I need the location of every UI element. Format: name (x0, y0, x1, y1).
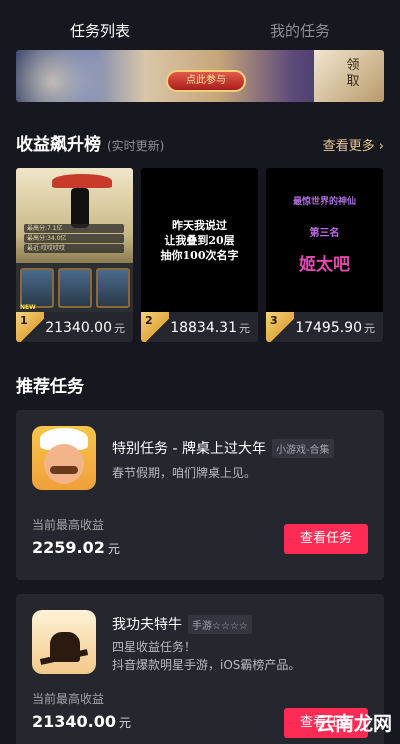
chef-game-icon (32, 426, 96, 490)
promo-banner[interactable]: 点此参与 领取 (16, 50, 384, 102)
task-name-row: 我功夫特牛 手游☆☆☆☆ (112, 614, 252, 634)
rank-amount: 21340.00 元 (45, 320, 125, 336)
task-name-row: 特别任务 - 牌桌上过大年 小游戏-合集 (112, 438, 334, 458)
rank-thumbnail: 昨天我说过 让我叠到20层 抽你100次名字 (141, 168, 258, 312)
rank-thumbnail: 最惊世界的神仙 第三名 姬太吧 (266, 168, 383, 312)
stick-figure (71, 188, 89, 228)
view-task-button[interactable]: 查看任务 (284, 524, 368, 554)
rank-badge: 2 (141, 312, 169, 342)
game-tiles (20, 268, 130, 308)
thumbnail-caption: 第三名 (309, 228, 340, 239)
straw-hat-figure (52, 174, 112, 188)
task-description: 四星收益任务！ 抖音爆款明星手游，iOS霸榜产品。 (112, 640, 301, 672)
rank-footer: 2 18834.31 元 (141, 312, 258, 342)
earn-value: 21340.00 元 (32, 712, 132, 731)
top-tabs: 任务列表 我的任务 (0, 0, 400, 48)
new-badge: NEW (20, 304, 36, 311)
rank-amount: 17495.90 元 (295, 320, 375, 336)
earn-value: 2259.02 元 (32, 538, 120, 557)
score-line: 最高分:34.0亿 (24, 234, 124, 243)
banner-side-text: 领取 (346, 58, 360, 89)
banner-join-button[interactable]: 点此参与 (166, 70, 246, 92)
task-name: 我功夫特牛 (112, 617, 182, 633)
rank-badge: 1 (16, 312, 44, 342)
rank-footer: 3 17495.90 元 (266, 312, 383, 342)
rank-card-1[interactable]: 最高分:7.1亿 最高分:34.0亿 最近:哎哎哎哎 NEW 1 21340.0… (16, 168, 133, 342)
ranking-title: 收益飙升榜 (16, 135, 101, 155)
task-card[interactable]: 特别任务 - 牌桌上过大年 小游戏-合集 春节假期，咱们牌桌上见。 当前最高收益… (16, 410, 384, 580)
rank-badge: 3 (266, 312, 294, 342)
tab-task-list[interactable]: 任务列表 (0, 0, 200, 48)
earn-label: 当前最高收益 (32, 518, 105, 532)
recommend-title: 推荐任务 (16, 377, 84, 397)
thumbnail-caption: 姬太吧 (299, 255, 350, 275)
rank-amount: 18834.31 元 (170, 320, 250, 336)
rank-card-2[interactable]: 昨天我说过 让我叠到20层 抽你100次名字 2 18834.31 元 (141, 168, 258, 342)
tab-my-tasks[interactable]: 我的任务 (200, 0, 400, 48)
view-more-link[interactable]: 查看更多 › (323, 135, 384, 154)
score-line: 最近:哎哎哎哎 (24, 244, 124, 253)
kungfu-game-icon (32, 610, 96, 674)
banner-art (16, 50, 136, 102)
site-watermark: 云南龙网 (316, 709, 392, 736)
score-stats: 最高分:7.1亿 最高分:34.0亿 最近:哎哎哎哎 (24, 224, 124, 262)
watermark-text: 云南龙网 (315, 713, 392, 735)
ranking-list: 最高分:7.1亿 最高分:34.0亿 最近:哎哎哎哎 NEW 1 21340.0… (16, 168, 384, 342)
rank-thumbnail: 最高分:7.1亿 最高分:34.0亿 最近:哎哎哎哎 NEW (16, 168, 133, 312)
ranking-subtitle: (实时更新) (107, 139, 165, 153)
task-name: 特别任务 - 牌桌上过大年 (112, 441, 266, 457)
thumbnail-caption: 昨天我说过 让我叠到20层 抽你100次名字 (160, 219, 239, 262)
earn-label: 当前最高收益 (32, 692, 105, 706)
rank-card-3[interactable]: 最惊世界的神仙 第三名 姬太吧 3 17495.90 元 (266, 168, 383, 342)
task-tag: 手游☆☆☆☆ (188, 614, 252, 634)
rank-footer: 1 21340.00 元 (16, 312, 133, 342)
ranking-header: 收益飙升榜 (实时更新) 查看更多 › (16, 130, 384, 155)
task-description: 春节假期，咱们牌桌上见。 (112, 466, 257, 480)
score-line: 最高分:7.1亿 (24, 224, 124, 233)
task-tag: 小游戏-合集 (271, 438, 334, 458)
thumbnail-caption: 最惊世界的神仙 (292, 197, 356, 207)
